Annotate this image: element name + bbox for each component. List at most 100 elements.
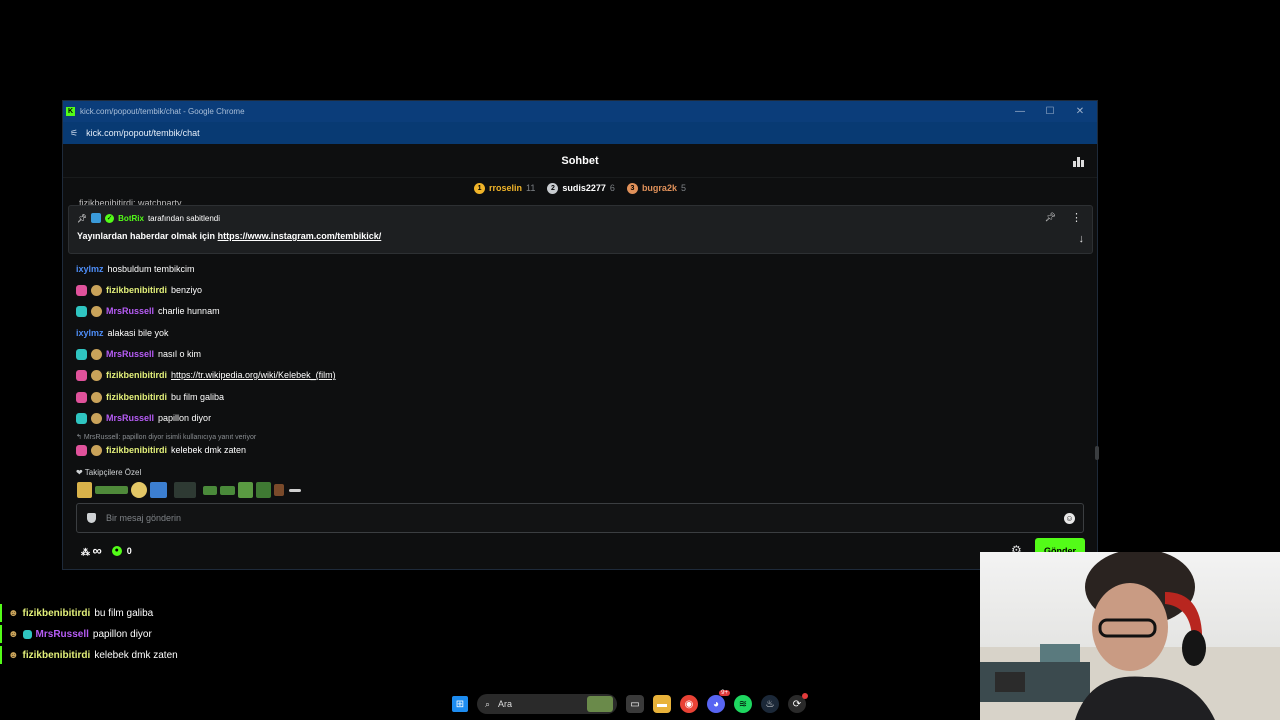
leader-user: rroselin xyxy=(489,183,523,193)
close-icon[interactable]: ✕ xyxy=(1065,101,1095,122)
emote-9[interactable] xyxy=(256,482,271,498)
leader-count: 6 xyxy=(609,183,615,193)
follower-emotes-label: ❤ Takipçilere Özel xyxy=(76,468,141,477)
expand-arrow-icon[interactable]: ↓ xyxy=(1079,233,1085,245)
chat-message[interactable]: MrsRussell papillon diyor xyxy=(76,410,211,426)
overlay-text: kelebek dmk zaten xyxy=(94,649,178,661)
pinned-link[interactable]: https://www.instagram.com/tembikick/ xyxy=(218,231,382,241)
emote-11[interactable] xyxy=(289,488,301,492)
overlay-text: bu film galiba xyxy=(94,607,154,619)
windows-taskbar: ⊞ ⌕ Ara ▭ ▬ ◉ ◕ 9+ ≋ ♨ ⟳ xyxy=(452,690,832,716)
message-text: charlie hunnam xyxy=(158,306,220,316)
emote-badge-icon xyxy=(91,305,102,317)
emote-6[interactable] xyxy=(203,485,217,495)
search-highlight-image xyxy=(587,696,613,712)
message-user[interactable]: MrsRussell xyxy=(106,349,154,359)
overlay-user: MrsRussell xyxy=(35,628,89,640)
emote-badge-icon: ☻ xyxy=(8,628,19,640)
overlay-chat-line: ☻ fizikbenibitirdi bu film galiba xyxy=(0,604,153,622)
emote-10[interactable] xyxy=(274,484,284,496)
emote-2[interactable] xyxy=(95,486,128,494)
emote-5[interactable] xyxy=(174,482,196,498)
message-user[interactable]: fizikbenibitirdi xyxy=(106,392,167,402)
chat-message[interactable]: MrsRussell charlie hunnam xyxy=(76,303,220,319)
leader-user: bugra2k xyxy=(641,183,677,193)
chat-title: Sohbet xyxy=(561,154,599,167)
emote-badge-icon xyxy=(91,284,102,296)
site-settings-icon[interactable]: ⚟ xyxy=(70,128,78,139)
subscriber-badge-icon xyxy=(22,629,32,639)
gift-leaderboard: 1 rroselin 11 2 sudis2277 6 3 bugra2k 5 xyxy=(63,179,1097,197)
chat-footer: ⁂ ∞ ● 0 xyxy=(81,543,132,558)
emote-bar xyxy=(77,482,301,498)
discord-icon[interactable]: ◕ 9+ xyxy=(707,690,730,713)
chat-message[interactable]: MrsRussell nasıl o kim xyxy=(76,346,201,362)
message-user[interactable]: ixylmz xyxy=(76,328,104,338)
emote-7[interactable] xyxy=(220,485,235,495)
leader-entry[interactable]: 3 bugra2k 5 xyxy=(626,182,686,194)
steam-icon[interactable]: ♨ xyxy=(761,695,779,713)
verified-icon: ✓ xyxy=(105,213,115,223)
spotify-icon[interactable]: ≋ xyxy=(734,695,752,713)
maximize-icon[interactable]: ☐ xyxy=(1035,101,1065,122)
emote-badge-icon xyxy=(91,369,102,381)
medal-icon: 3 xyxy=(626,182,638,194)
message-text: hosbuldum tembikcim xyxy=(107,264,195,274)
coin-icon: ● xyxy=(111,545,122,556)
leader-count: 5 xyxy=(680,183,686,193)
message-user[interactable]: fizikbenibitirdi xyxy=(106,285,167,295)
leader-count: 11 xyxy=(526,183,536,193)
chat-input[interactable]: Bir mesaj gönderin ☺ xyxy=(76,503,1084,533)
emote-1[interactable] xyxy=(77,482,92,498)
message-text: nasıl o kim xyxy=(158,349,202,359)
subscriber-badge-icon xyxy=(76,284,87,296)
window-title: kick.com/popout/tembik/chat - Google Chr… xyxy=(80,107,245,116)
message-text: kelebek dmk zaten xyxy=(171,445,247,455)
more-options-icon[interactable]: ⋮ xyxy=(1071,211,1082,224)
message-user[interactable]: ixylmz xyxy=(76,264,104,274)
leader-entry[interactable]: 2 sudis2277 6 xyxy=(547,182,615,194)
chat-message[interactable]: fizikbenibitirdi kelebek dmk zaten xyxy=(76,442,246,458)
emote-8[interactable] xyxy=(238,482,253,498)
task-view-icon[interactable]: ▭ xyxy=(626,695,644,713)
leader-entry[interactable]: 1 rroselin 11 xyxy=(474,182,536,194)
chat-message[interactable]: fizikbenibitirdi https://tr.wikipedia.or… xyxy=(76,367,336,383)
chat-message[interactable]: fizikbenibitirdi benziyo xyxy=(76,282,202,298)
pinned-message[interactable]: 📌︎ ✓ BotRix tarafından sabitlendi Yayınl… xyxy=(68,205,1093,254)
pinned-header: 📌︎ ✓ BotRix tarafından sabitlendi xyxy=(77,213,220,223)
windows-start-icon[interactable]: ⊞ xyxy=(452,696,468,712)
emote-badge-icon xyxy=(91,412,102,424)
webcam-image xyxy=(980,552,1280,720)
reply-context[interactable]: ↰ MrsRussell: papillon diyor isimli kull… xyxy=(76,433,256,441)
leaderboard-icon[interactable] xyxy=(1073,155,1085,167)
emote-3[interactable] xyxy=(131,482,147,498)
emote-badge-icon xyxy=(91,348,102,360)
overlay-chat-line: ☻ fizikbenibitirdi kelebek dmk zaten xyxy=(0,646,178,664)
overlay-text: papillon diyor xyxy=(92,628,152,640)
chat-message[interactable]: fizikbenibitirdi bu film galiba xyxy=(76,389,224,405)
chat-message[interactable]: ixylmz alakasi bile yok xyxy=(76,325,169,341)
emote-4[interactable] xyxy=(150,482,167,498)
minimize-icon[interactable]: — xyxy=(1005,101,1035,122)
message-user[interactable]: fizikbenibitirdi xyxy=(106,370,167,380)
emoji-picker-icon[interactable]: ☺ xyxy=(1064,513,1075,524)
chrome-icon[interactable]: ◉ xyxy=(680,695,698,713)
message-user[interactable]: fizikbenibitirdi xyxy=(106,445,167,455)
leader-user: sudis2277 xyxy=(562,183,606,193)
message-user[interactable]: MrsRussell xyxy=(106,413,154,423)
message-user[interactable]: MrsRussell xyxy=(106,306,154,316)
message-link[interactable]: https://tr.wikipedia.org/wiki/Kelebek_(f… xyxy=(171,370,336,380)
chat-identity-status[interactable]: ⁂ ∞ xyxy=(81,543,102,558)
chat-message[interactable]: ixylmz hosbuldum tembikcim xyxy=(76,261,195,277)
kick-coins[interactable]: ● 0 xyxy=(111,545,132,556)
app-icon[interactable]: ⟳ xyxy=(788,693,808,713)
emote-badge-icon: ☻ xyxy=(8,649,19,661)
window-titlebar[interactable]: K kick.com/popout/tembik/chat - Google C… xyxy=(63,101,1097,122)
unpin-icon[interactable]: 📌︎ xyxy=(1045,212,1056,223)
scrollbar[interactable] xyxy=(1095,446,1099,460)
taskbar-search[interactable]: ⌕ Ara xyxy=(477,694,617,714)
emote-badge-icon xyxy=(91,391,102,403)
file-explorer-icon[interactable]: ▬ xyxy=(653,695,671,713)
message-text: papillon diyor xyxy=(158,413,212,423)
address-bar[interactable]: ⚟ kick.com/popout/tembik/chat xyxy=(63,122,1097,144)
